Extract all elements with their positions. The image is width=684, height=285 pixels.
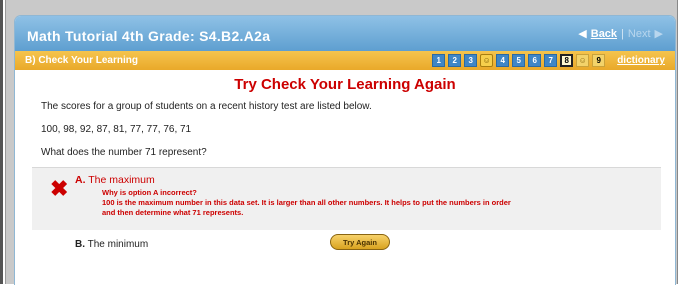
page-button-7[interactable]: 7 — [544, 54, 558, 67]
page-heading: Try Check Your Learning Again — [234, 76, 456, 93]
try-again-button[interactable]: Try Again — [330, 234, 390, 250]
smiley-face-icon-2[interactable]: ☺ — [576, 54, 590, 67]
nav-separator: | — [621, 27, 624, 40]
option-a-label: A. The maximum — [75, 174, 155, 186]
question-text: What does the number 71 represent? — [41, 147, 207, 158]
page-navigator: 1 2 3 ☺ 4 5 6 7 8 ☺ 9 dictionary — [432, 54, 665, 67]
window-frame-left — [0, 0, 3, 284]
smiley-face-icon[interactable]: ☺ — [480, 54, 494, 67]
title-bar: Math Tutorial 4th Grade: S4.B2.A2a ◀ Bac… — [15, 16, 675, 51]
question-intro: The scores for a group of students on a … — [41, 101, 372, 112]
next-arrow-icon: ▶ — [654, 28, 663, 40]
score-list: 100, 98, 92, 87, 81, 77, 77, 76, 71 — [41, 124, 192, 135]
section-bar: B) Check Your Learning 1 2 3 ☺ 4 5 6 7 8… — [15, 51, 675, 70]
option-a-text: The maximum — [88, 174, 155, 186]
main-content: Try Check Your Learning Again The scores… — [15, 76, 675, 254]
page-button-3[interactable]: 3 — [464, 54, 478, 67]
feedback-title: Why is option A incorrect? — [102, 188, 197, 197]
back-arrow-icon[interactable]: ◀ — [578, 27, 586, 40]
dictionary-link[interactable]: dictionary — [617, 55, 665, 66]
option-b-label[interactable]: B. The minimum — [75, 239, 148, 250]
section-label: B) Check Your Learning — [25, 55, 138, 66]
option-a-letter: A. — [75, 174, 86, 186]
tutorial-title: Math Tutorial 4th Grade: S4.B2.A2a — [27, 27, 271, 44]
page-button-4[interactable]: 4 — [496, 54, 510, 67]
window-frame-right — [677, 0, 684, 284]
page-button-5[interactable]: 5 — [512, 54, 526, 67]
tutorial-panel: Math Tutorial 4th Grade: S4.B2.A2a ◀ Bac… — [14, 15, 676, 285]
feedback-line-1: 100 is the maximum number in this data s… — [102, 198, 511, 207]
option-b-text: The minimum — [87, 239, 149, 250]
navigation: ◀ Back | Next ▶ — [578, 27, 663, 41]
page-button-9[interactable]: 9 — [592, 54, 606, 67]
option-a-feedback-box: ✖ A. The maximum Why is option A incorre… — [32, 167, 661, 230]
option-a-feedback: Why is option A incorrect? 100 is the ma… — [102, 188, 622, 218]
back-link[interactable]: Back — [591, 28, 617, 40]
option-b-row: B. The minimum Try Again — [32, 230, 675, 254]
page-button-2[interactable]: 2 — [448, 54, 462, 67]
option-b-letter: B. — [75, 239, 85, 250]
page-button-1[interactable]: 1 — [432, 54, 446, 67]
feedback-line-2: and then determine what 71 represents. — [102, 208, 244, 217]
incorrect-x-icon: ✖ — [50, 176, 69, 201]
page-button-8-current[interactable]: 8 — [560, 54, 574, 67]
next-link: Next — [627, 27, 651, 40]
page-button-6[interactable]: 6 — [528, 54, 542, 67]
